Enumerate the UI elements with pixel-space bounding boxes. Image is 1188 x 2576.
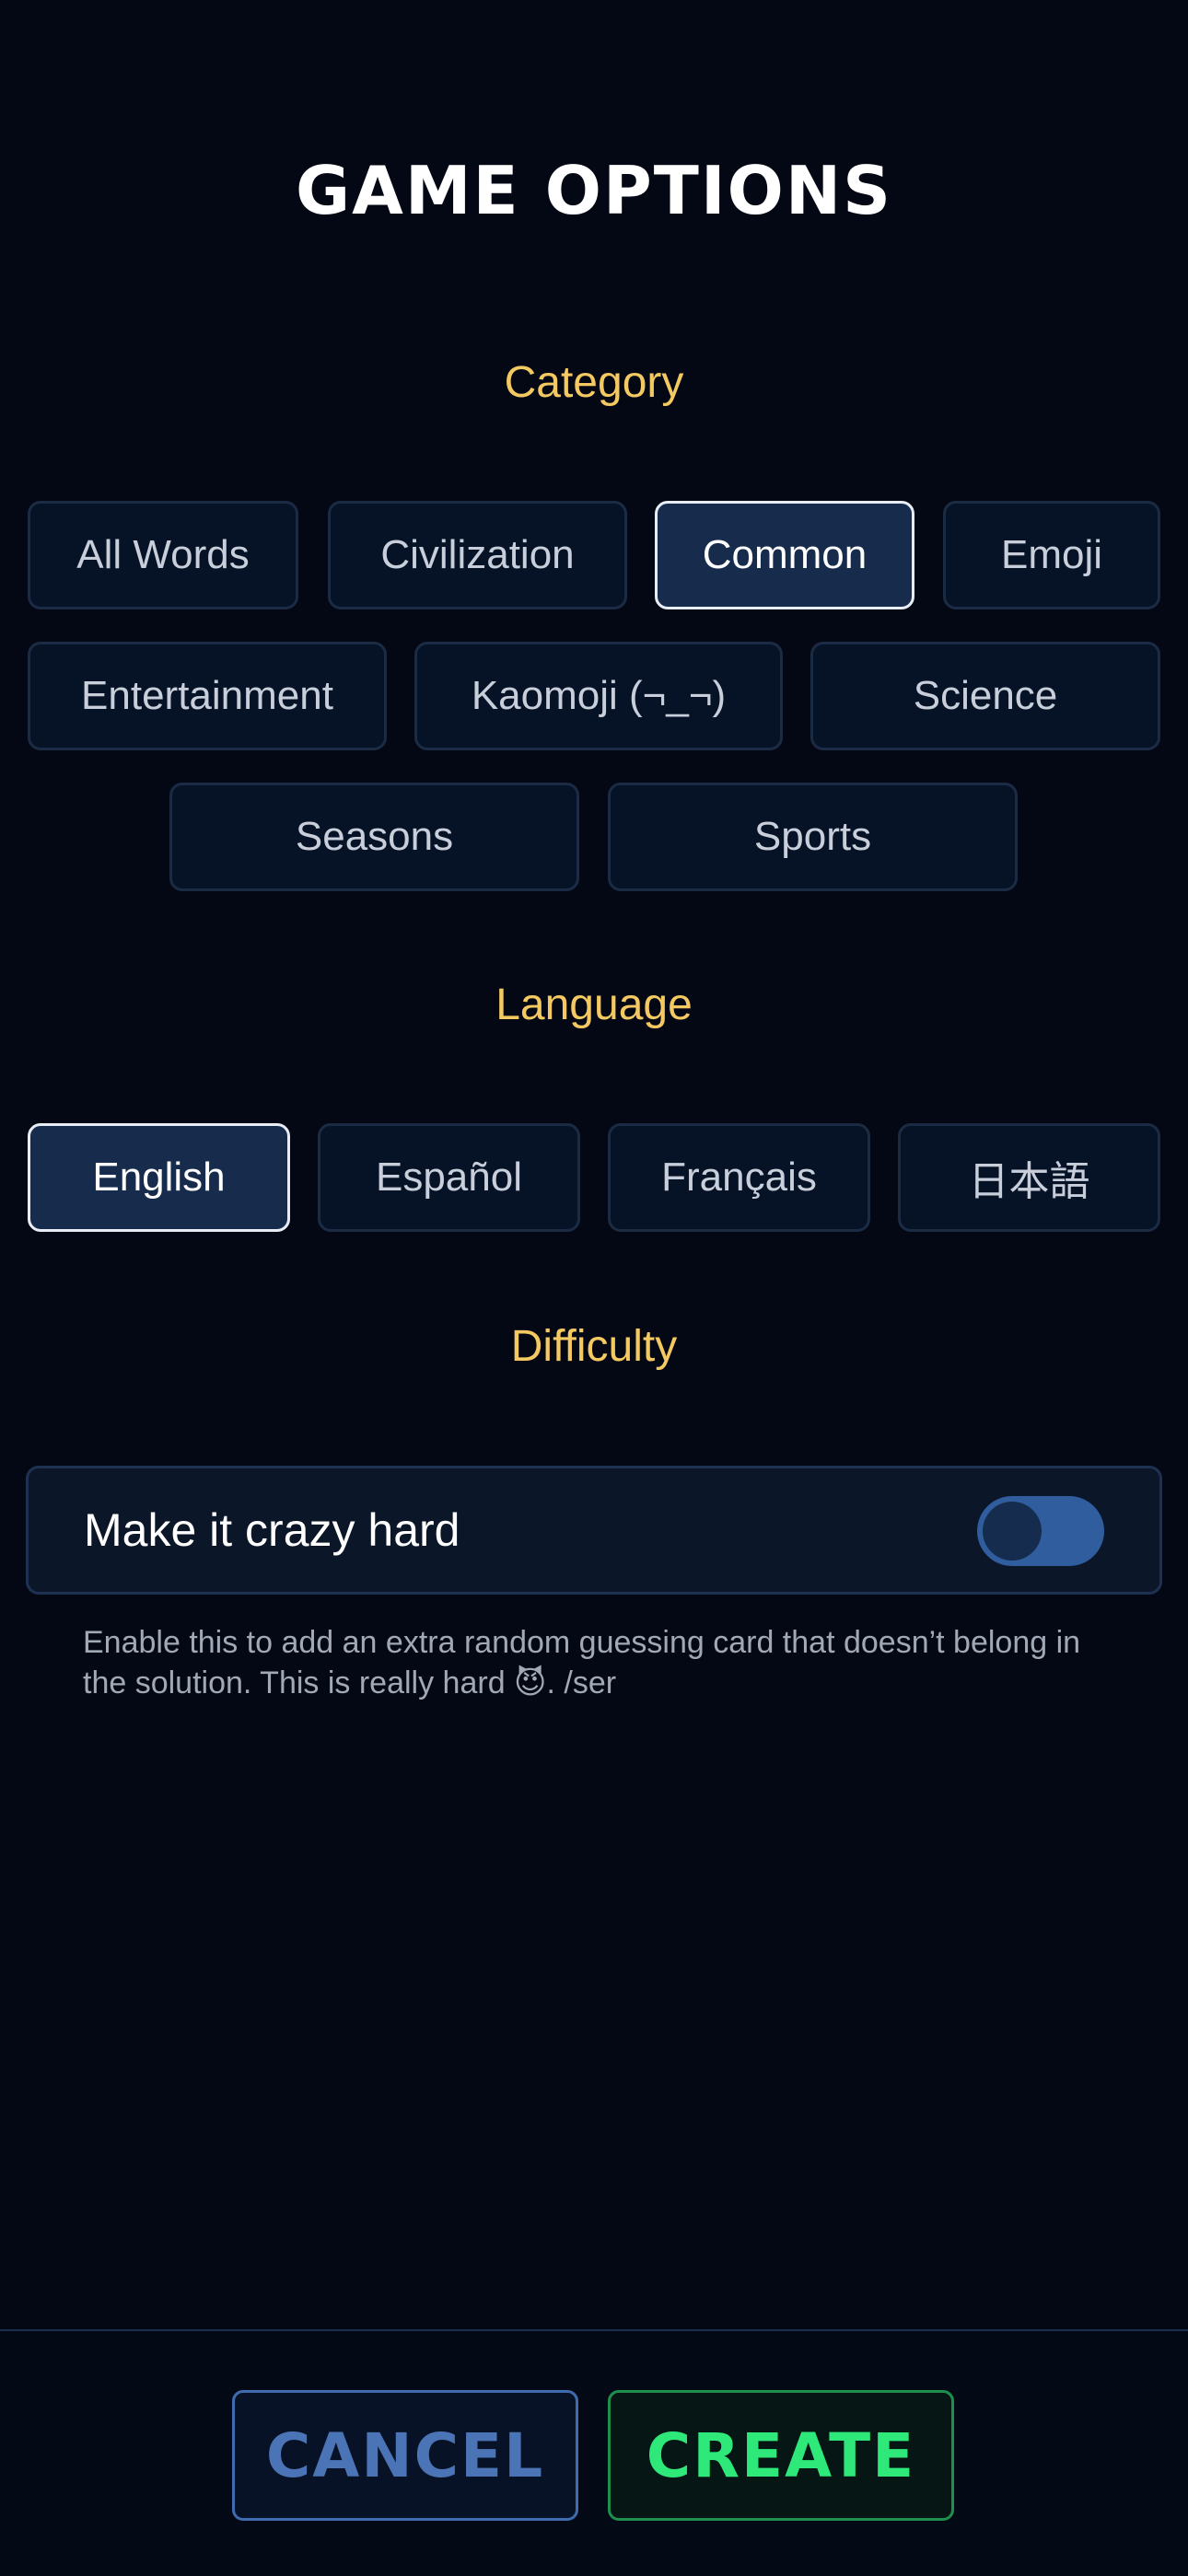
category-chip-kaomoji[interactable]: Kaomoji (¬_¬) (414, 642, 783, 750)
language-chip-japanese[interactable]: 日本語 (898, 1123, 1160, 1232)
language-chip-francais[interactable]: Français (608, 1123, 870, 1232)
category-chip-civilization[interactable]: Civilization (328, 501, 627, 609)
difficulty-heading: Difficulty (510, 1322, 678, 1371)
crazy-hard-toggle-row[interactable]: Make it crazy hard (26, 1466, 1162, 1595)
footer-bar: CANCEL CREATE (0, 2329, 1188, 2576)
language-chip-espanol[interactable]: Español (318, 1123, 580, 1232)
category-chip-sports[interactable]: Sports (608, 783, 1018, 891)
page-title: GAME OPTIONS (296, 152, 892, 229)
cancel-button[interactable]: CANCEL (232, 2390, 578, 2521)
category-chip-seasons[interactable]: Seasons (169, 783, 579, 891)
category-chip-science[interactable]: Science (810, 642, 1160, 750)
category-heading: Category (504, 358, 684, 407)
category-chip-all-words[interactable]: All Words (28, 501, 298, 609)
crazy-hard-toggle-label: Make it crazy hard (84, 1504, 460, 1556)
category-chip-emoji[interactable]: Emoji (943, 501, 1160, 609)
crazy-hard-helper-text: Enable this to add an extra random guess… (83, 1625, 1081, 1700)
create-button[interactable]: CREATE (608, 2390, 954, 2521)
category-chip-common[interactable]: Common (655, 501, 914, 609)
crazy-hard-toggle-switch[interactable] (977, 1496, 1104, 1566)
language-chip-english[interactable]: English (28, 1123, 290, 1232)
toggle-knob (983, 1502, 1042, 1561)
category-chip-entertainment[interactable]: Entertainment (28, 642, 387, 750)
language-heading: Language (495, 981, 693, 1029)
